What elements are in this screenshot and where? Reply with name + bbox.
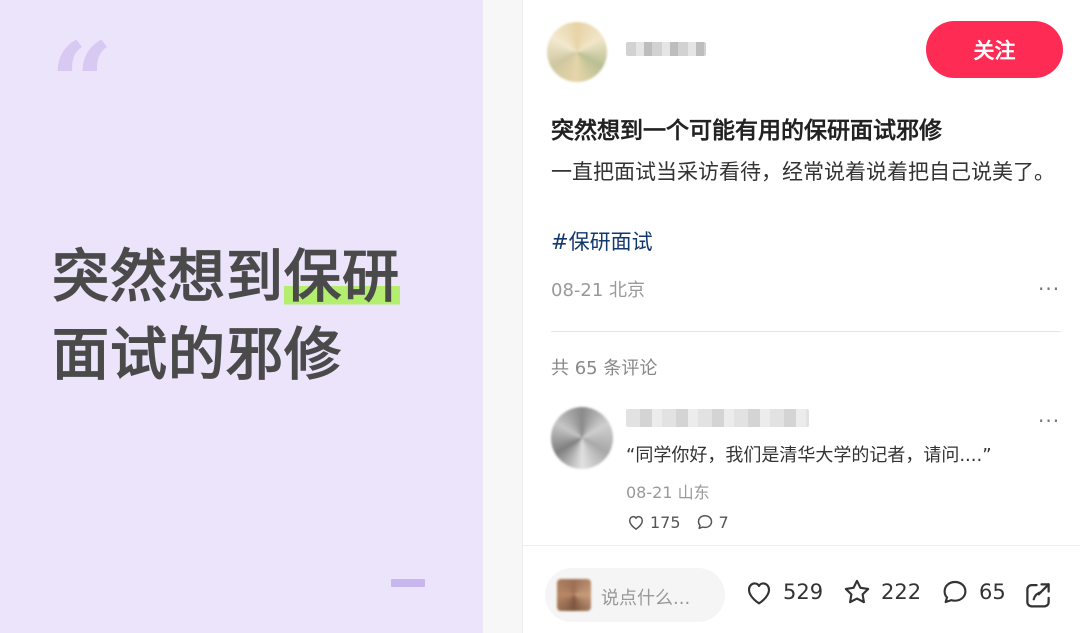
post-hashtag-link[interactable]: #保研面试 xyxy=(551,226,653,256)
commenter-name-blurred[interactable] xyxy=(626,409,809,427)
comment-text: “同学你好，我们是清华大学的记者，请问....” xyxy=(626,445,992,466)
comment-like-count: 175 xyxy=(650,512,681,532)
comments-total: 65 xyxy=(979,580,1006,604)
comment-icon xyxy=(697,515,712,529)
comment-icon xyxy=(943,580,967,604)
star-icon xyxy=(844,579,870,604)
post-more-icon[interactable]: ··· xyxy=(1038,277,1060,301)
comment-reply-button[interactable]: 7 xyxy=(695,512,729,532)
follow-button[interactable]: 关注 xyxy=(926,21,1063,78)
post-location: 北京 xyxy=(609,280,646,301)
cover-title-highlight: 保研 xyxy=(284,244,400,310)
post-title: 突然想到一个可能有用的保研面试邪修 xyxy=(551,118,942,144)
like-button[interactable]: 529 xyxy=(743,576,823,608)
cover-decoration-dash xyxy=(391,579,425,587)
post-meta: 08-21 北京 xyxy=(551,276,645,302)
comment-actions: 175 7 xyxy=(626,512,743,532)
cover-title: 突然想到保研 面试的邪修 xyxy=(52,238,400,394)
post-body: 一直把面试当采访看待，经常说着说着把自己说美了。 xyxy=(551,160,1055,184)
favorite-count: 222 xyxy=(881,580,922,604)
note-detail-panel: 关注 突然想到一个可能有用的保研面试邪修 一直把面试当采访看待，经常说着说着把自… xyxy=(523,0,1080,633)
comment-more-icon[interactable]: ··· xyxy=(1038,409,1060,433)
comment-count: 共 65 条评论 xyxy=(551,358,658,379)
current-user-avatar xyxy=(557,579,591,611)
comment-input-placeholder: 说点什么... xyxy=(601,588,691,609)
cover-title-plain: 突然想到 xyxy=(52,244,284,310)
author-name-blurred[interactable] xyxy=(626,42,706,56)
cover-title-line2: 面试的邪修 xyxy=(52,322,342,388)
post-date: 08-21 xyxy=(551,280,604,301)
heart-icon xyxy=(747,582,771,605)
comment-input[interactable]: 说点什么... xyxy=(545,568,725,622)
cover-title-line1: 突然想到保研 xyxy=(52,238,400,316)
comments-button[interactable]: 65 xyxy=(939,576,1006,608)
comment-location: 山东 xyxy=(677,483,710,502)
author-avatar[interactable] xyxy=(547,22,607,82)
bottom-bar-divider xyxy=(523,545,1080,546)
comment-like-button[interactable]: 175 xyxy=(626,512,681,532)
note-cover-image: “ 突然想到保研 面试的邪修 xyxy=(0,0,483,633)
share-icon[interactable] xyxy=(1021,578,1055,612)
like-count: 529 xyxy=(783,580,824,604)
commenter-avatar[interactable] xyxy=(551,407,613,469)
comment-date: 08-21 xyxy=(626,483,673,502)
heart-icon xyxy=(629,515,643,530)
comment-meta: 08-21 山东 xyxy=(626,479,710,503)
quote-icon: “ xyxy=(50,18,114,147)
comment-reply-count: 7 xyxy=(718,512,729,532)
favorite-button[interactable]: 222 xyxy=(841,576,921,608)
pane-divider xyxy=(483,0,523,633)
section-divider xyxy=(551,331,1061,332)
